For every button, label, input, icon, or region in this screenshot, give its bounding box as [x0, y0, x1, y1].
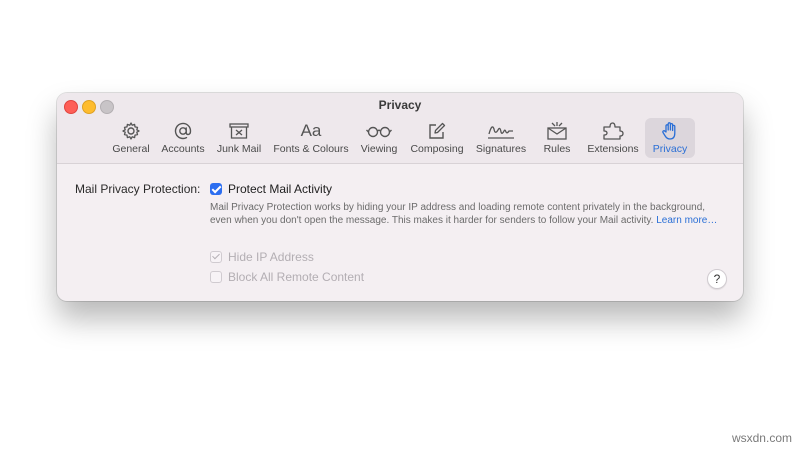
privacy-description-text: Mail Privacy Protection works by hiding …	[210, 202, 706, 226]
tab-rules[interactable]: Rules	[539, 118, 575, 158]
hide-ip-address-label: Hide IP Address	[228, 250, 314, 264]
puzzle-icon	[603, 122, 624, 140]
block-remote-content-checkbox[interactable]	[210, 271, 222, 283]
tab-viewing-label: Viewing	[360, 143, 398, 155]
junk-tray-icon	[229, 123, 249, 139]
toolbar: Privacy General Accounts Junk Mail Aa Fo…	[57, 93, 743, 164]
window-title: Privacy	[378, 98, 422, 112]
at-sign-icon	[174, 122, 192, 140]
rules-envelope-icon	[547, 122, 567, 140]
tab-extensions-label: Extensions	[587, 143, 639, 155]
tab-composing[interactable]: Composing	[409, 118, 465, 158]
tab-general[interactable]: General	[109, 118, 153, 158]
block-remote-content-label: Block All Remote Content	[228, 270, 365, 284]
tab-junk-mail-label: Junk Mail	[216, 143, 262, 155]
tab-privacy-label: Privacy	[652, 143, 688, 155]
help-button[interactable]: ?	[707, 269, 727, 289]
compose-pencil-icon	[429, 122, 446, 139]
mail-privacy-protection-label: Mail Privacy Protection:	[75, 182, 201, 196]
tab-fonts-colours-label: Fonts & Colours	[273, 143, 349, 155]
hide-ip-address-checkbox[interactable]	[210, 251, 222, 263]
learn-more-link[interactable]: Learn more…	[656, 215, 717, 226]
preferences-window: Privacy General Accounts Junk Mail Aa Fo…	[57, 93, 743, 301]
signature-icon	[488, 126, 514, 139]
tab-accounts-label: Accounts	[161, 143, 205, 155]
gear-icon	[122, 122, 140, 140]
tab-accounts[interactable]: Accounts	[158, 118, 208, 158]
glasses-icon	[366, 126, 392, 138]
tab-general-label: General	[112, 143, 150, 155]
tab-viewing[interactable]: Viewing	[357, 118, 401, 158]
tab-junk-mail[interactable]: Junk Mail	[214, 118, 264, 158]
watermark-text: wsxdn.com	[731, 431, 792, 445]
privacy-pane: Mail Privacy Protection: Protect Mail Ac…	[57, 164, 743, 301]
tab-signatures-label: Signatures	[475, 143, 527, 155]
protect-mail-activity-label: Protect Mail Activity	[228, 182, 333, 196]
tab-privacy[interactable]: Privacy	[645, 118, 695, 158]
tab-fonts-colours[interactable]: Aa Fonts & Colours	[271, 118, 351, 158]
font-aa-icon: Aa	[300, 121, 322, 140]
hand-icon	[662, 122, 676, 140]
privacy-description: Mail Privacy Protection works by hiding …	[210, 201, 720, 227]
tab-extensions[interactable]: Extensions	[585, 118, 641, 158]
tab-composing-label: Composing	[410, 143, 464, 155]
tab-signatures[interactable]: Signatures	[472, 118, 530, 158]
tab-rules-label: Rules	[543, 143, 571, 155]
protect-mail-activity-checkbox[interactable]	[210, 183, 222, 195]
